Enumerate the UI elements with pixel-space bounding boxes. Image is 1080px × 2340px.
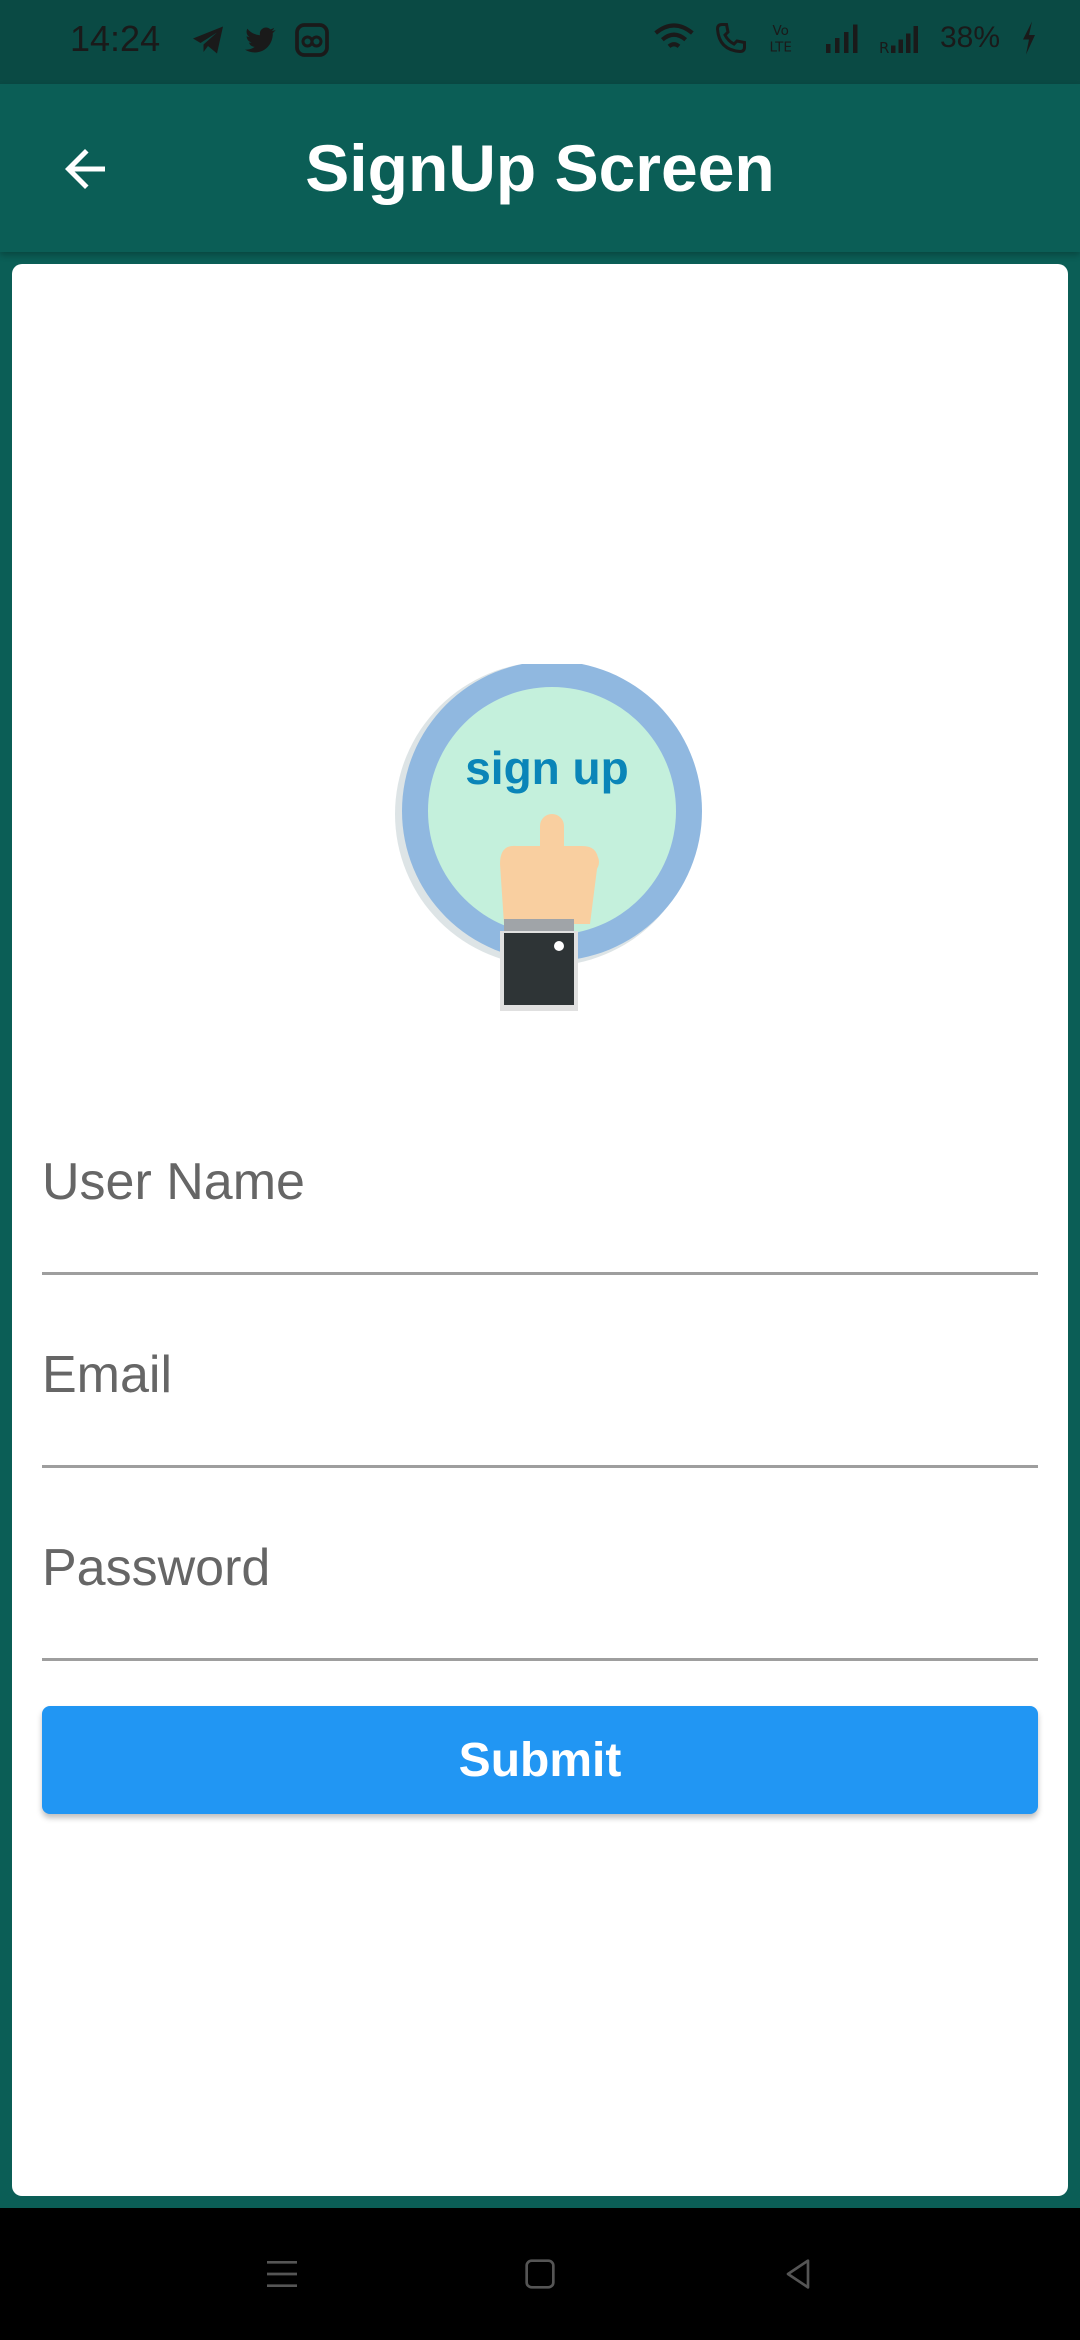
page-title: SignUp Screen: [305, 131, 775, 205]
twitter-icon: [245, 27, 276, 53]
signal-icon: [825, 24, 858, 53]
status-right-icons: Vo LTE R 38%: [654, 20, 1040, 56]
svg-text:Vo: Vo: [772, 23, 788, 39]
status-bar: 14:24 Vo LTE R 38%: [0, 0, 1080, 84]
signup-hand-icon: sign up: [395, 664, 702, 1011]
back-icon: [786, 2259, 810, 2289]
status-left-icons: [190, 22, 330, 58]
nav-back-button[interactable]: [768, 2244, 828, 2304]
svg-text:R: R: [879, 39, 889, 56]
volte-icon: Vo LTE: [769, 23, 791, 56]
app-bar: SignUp Screen: [0, 84, 1080, 252]
wifi-icon: [654, 23, 694, 49]
password-field: [42, 1508, 1038, 1661]
status-time: 14:24: [70, 18, 161, 59]
username-field: [42, 1122, 1038, 1275]
nav-home-button[interactable]: [510, 2244, 570, 2304]
wifi-call-icon: [715, 23, 746, 54]
menu-icon: [267, 2261, 297, 2287]
signal-r-icon: R: [879, 26, 918, 56]
system-nav-bar: [0, 2208, 1080, 2340]
app-icon: [295, 23, 329, 57]
signup-card: sign up Submit: [12, 264, 1068, 2196]
username-input[interactable]: [42, 1152, 1038, 1212]
submit-button[interactable]: Submit: [42, 1706, 1038, 1814]
telegram-icon: [193, 26, 223, 54]
charging-icon: [1023, 21, 1035, 55]
password-input[interactable]: [42, 1538, 1038, 1598]
home-icon: [525, 2259, 555, 2289]
battery-percent: 38%: [939, 21, 1000, 54]
svg-text:LTE: LTE: [769, 40, 791, 56]
email-field: [42, 1315, 1038, 1468]
hero-text: sign up: [465, 742, 629, 794]
nav-menu-button[interactable]: [252, 2244, 312, 2304]
email-input[interactable]: [42, 1345, 1038, 1405]
